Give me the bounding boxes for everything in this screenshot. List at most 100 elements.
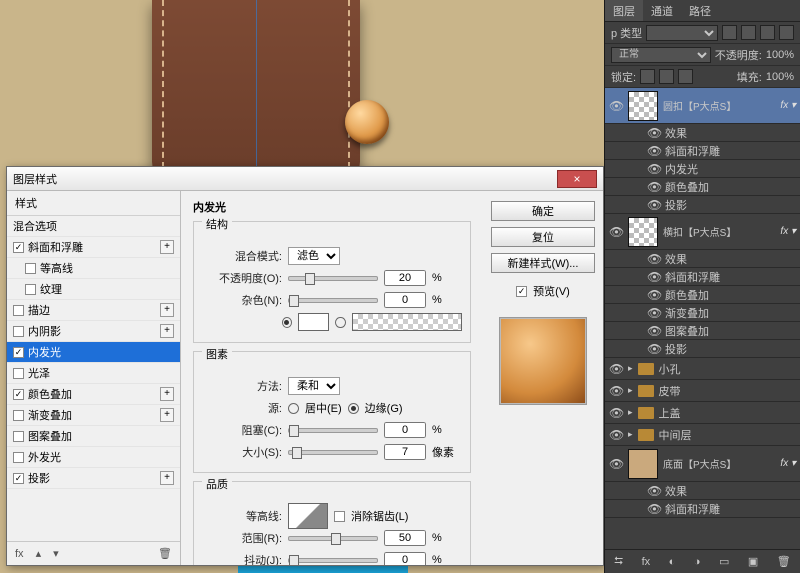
style-checkbox[interactable]: ✓ (13, 389, 24, 400)
source-center-radio[interactable] (288, 403, 299, 414)
effect-item[interactable]: 👁斜面和浮雕 (605, 268, 800, 286)
technique-select[interactable]: 柔和 (288, 377, 340, 395)
fx-badge[interactable]: fx ▾ (780, 458, 796, 469)
style-row[interactable]: 图案叠加 (7, 426, 180, 447)
style-checkbox[interactable] (13, 431, 24, 442)
layer-thumb[interactable] (628, 91, 658, 121)
size-input[interactable] (384, 444, 426, 460)
add-icon[interactable]: + (160, 471, 174, 485)
visibility-icon[interactable]: 👁 (609, 457, 623, 471)
filter-icon[interactable] (760, 25, 775, 40)
visibility-icon[interactable]: 👁 (609, 384, 623, 398)
arrow-down-icon[interactable]: ▾ (53, 547, 59, 560)
fx-label[interactable]: fx (15, 548, 24, 560)
disclosure-icon[interactable]: ▸ (628, 363, 633, 374)
layer-folder[interactable]: 👁▸中间层 (605, 424, 800, 446)
effects-row[interactable]: 👁效果 (605, 124, 800, 142)
effect-item[interactable]: 👁斜面和浮雕 (605, 142, 800, 160)
noise-slider[interactable] (288, 298, 378, 303)
style-checkbox[interactable] (13, 410, 24, 421)
layer-folder[interactable]: 👁▸皮带 (605, 380, 800, 402)
fx-icon[interactable]: fx (642, 556, 651, 568)
new-style-button[interactable]: 新建样式(W)... (491, 253, 595, 273)
style-checkbox[interactable]: ✓ (13, 347, 24, 358)
effect-item[interactable]: 👁颜色叠加 (605, 286, 800, 304)
jitter-slider[interactable] (288, 558, 378, 563)
mask-icon[interactable]: ◐ (669, 556, 676, 568)
blend-mode-select[interactable]: 滤色 (288, 247, 340, 265)
color-swatch[interactable] (298, 313, 329, 331)
style-row[interactable]: 内阴影+ (7, 321, 180, 342)
effect-item[interactable]: 👁投影 (605, 196, 800, 214)
style-row[interactable]: ✓内发光 (7, 342, 180, 363)
style-checkbox[interactable] (13, 326, 24, 337)
style-row[interactable]: 纹理 (7, 279, 180, 300)
arrow-up-icon[interactable]: ▴ (36, 547, 42, 560)
layer-folder[interactable]: 👁▸小孔 (605, 358, 800, 380)
trash-icon[interactable]: 🗑 (777, 555, 791, 568)
style-row[interactable]: ✓投影+ (7, 468, 180, 489)
add-icon[interactable]: + (160, 408, 174, 422)
gradient-radio[interactable] (335, 317, 345, 328)
layer-row[interactable]: 👁横扣【P大点S】fx ▾ (605, 214, 800, 250)
effect-item[interactable]: 👁图案叠加 (605, 322, 800, 340)
size-slider[interactable] (288, 450, 378, 455)
layer-thumb[interactable] (628, 217, 658, 247)
opacity-input[interactable] (384, 270, 426, 286)
link-icon[interactable]: ⮀ (614, 555, 623, 568)
new-layer-icon[interactable]: ▣ (748, 555, 758, 568)
layer-row[interactable]: 👁圆扣【P大点S】fx ▾ (605, 88, 800, 124)
fx-badge[interactable]: fx ▾ (780, 100, 796, 111)
visibility-icon[interactable]: 👁 (609, 362, 623, 376)
visibility-icon[interactable]: 👁 (609, 99, 623, 113)
layer-folder[interactable]: 👁▸上盖 (605, 402, 800, 424)
dialog-titlebar[interactable]: 图层样式 × (7, 167, 603, 191)
color-radio[interactable] (282, 317, 292, 328)
style-checkbox[interactable]: ✓ (13, 242, 24, 253)
style-checkbox[interactable] (13, 305, 24, 316)
fill-field[interactable]: 100% (766, 71, 794, 83)
style-checkbox[interactable] (13, 452, 24, 463)
disclosure-icon[interactable]: ▸ (628, 429, 633, 440)
lock-pixels-icon[interactable] (640, 69, 655, 84)
add-icon[interactable]: + (160, 387, 174, 401)
style-checkbox[interactable] (25, 284, 36, 295)
effects-row[interactable]: 👁效果 (605, 250, 800, 268)
visibility-icon[interactable]: 👁 (609, 225, 623, 239)
effect-item[interactable]: 👁投影 (605, 340, 800, 358)
cancel-button[interactable]: 复位 (491, 227, 595, 247)
opacity-slider[interactable] (288, 276, 378, 281)
disclosure-icon[interactable]: ▸ (628, 385, 633, 396)
layer-row[interactable]: 👁底面【P大点S】fx ▾ (605, 446, 800, 482)
style-row[interactable]: 光泽 (7, 363, 180, 384)
contour-picker[interactable] (288, 503, 328, 529)
folder-icon[interactable]: ▭ (719, 555, 729, 568)
jitter-input[interactable] (384, 552, 426, 565)
lock-position-icon[interactable] (659, 69, 674, 84)
add-icon[interactable]: + (160, 303, 174, 317)
filter-icon[interactable] (741, 25, 756, 40)
style-checkbox[interactable] (13, 368, 24, 379)
style-checkbox[interactable] (25, 263, 36, 274)
style-row[interactable]: ✓斜面和浮雕+ (7, 237, 180, 258)
visibility-icon[interactable]: 👁 (609, 428, 623, 442)
ok-button[interactable]: 确定 (491, 201, 595, 221)
layer-thumb[interactable] (628, 449, 658, 479)
lock-all-icon[interactable] (678, 69, 693, 84)
filter-icon[interactable] (779, 25, 794, 40)
effect-item[interactable]: 👁渐变叠加 (605, 304, 800, 322)
filter-icon[interactable] (722, 25, 737, 40)
effect-item[interactable]: 👁颜色叠加 (605, 178, 800, 196)
choke-slider[interactable] (288, 428, 378, 433)
kind-filter[interactable] (646, 25, 718, 41)
effect-item[interactable]: 👁内发光 (605, 160, 800, 178)
blend-mode-select[interactable]: 正常 (611, 47, 711, 63)
noise-input[interactable] (384, 292, 426, 308)
gradient-swatch[interactable] (352, 313, 462, 331)
tab-channels[interactable]: 通道 (643, 0, 681, 21)
close-button[interactable]: × (557, 170, 597, 188)
fx-badge[interactable]: fx ▾ (780, 226, 796, 237)
add-icon[interactable]: + (160, 324, 174, 338)
adjustment-icon[interactable]: ◑ (694, 556, 701, 568)
opacity-field[interactable]: 100% (766, 49, 794, 61)
